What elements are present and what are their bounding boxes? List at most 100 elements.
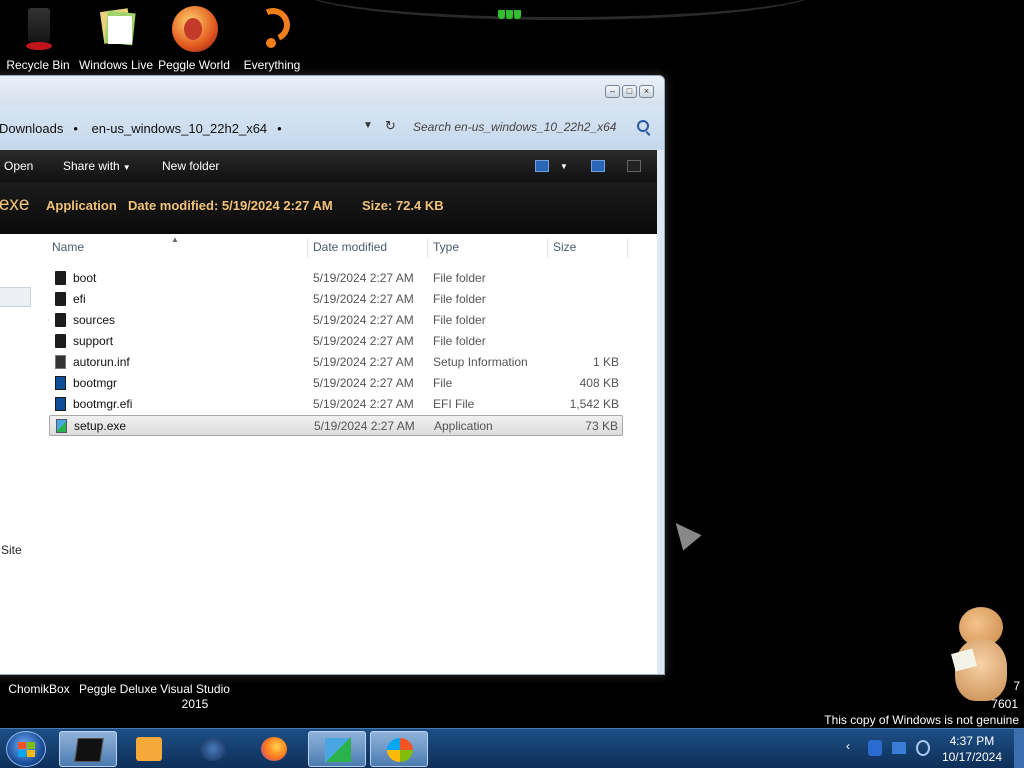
- file-list-area: Site ▲ Name Date modified Type Size boot…: [0, 234, 657, 674]
- preview-pane-icon[interactable]: [591, 160, 605, 172]
- file-type: File folder: [433, 292, 486, 306]
- network-icon[interactable]: [892, 742, 906, 754]
- file-name: setup.exe: [74, 419, 127, 433]
- desktop-icon-recycle-bin[interactable]: Recycle Bin: [0, 6, 78, 73]
- sort-ascending-icon: ▲: [171, 235, 179, 244]
- file-type: File folder: [433, 334, 486, 348]
- desktop-icon-windows-live[interactable]: Windows Live: [76, 6, 156, 73]
- file-row-bootmgr-efi[interactable]: bootmgr.efi 5/19/2024 2:27 AM EFI File 1…: [49, 394, 623, 415]
- breadcrumb-current-folder[interactable]: en-us_windows_10_22h2_x64: [92, 121, 268, 136]
- desktop-icon-everything[interactable]: Everything: [232, 3, 312, 73]
- build-number-watermark-partial: 7601: [991, 697, 1018, 711]
- file-date: 5/19/2024 2:27 AM: [313, 334, 414, 348]
- file-date: 5/19/2024 2:27 AM: [313, 313, 414, 327]
- search-icon[interactable]: [637, 120, 649, 132]
- start-button[interactable]: [6, 731, 46, 767]
- column-header-name[interactable]: Name: [52, 240, 84, 254]
- explorer-window-icon: [74, 738, 104, 762]
- close-button[interactable]: ×: [639, 85, 654, 98]
- minimize-button[interactable]: –: [605, 85, 620, 98]
- file-row-setup-exe[interactable]: setup.exe 5/19/2024 2:27 AM Application …: [49, 415, 623, 436]
- file-size: 1 KB: [592, 355, 619, 369]
- folder-icon: [55, 292, 66, 306]
- taskbar-clock[interactable]: 4:37 PM 10/17/2024: [942, 733, 1002, 765]
- open-button[interactable]: Open: [4, 159, 33, 173]
- folder-icon: [55, 271, 66, 285]
- taskbar: ‹ 4:37 PM 10/17/2024: [0, 728, 1024, 768]
- address-bar-row: Downloads • en-us_windows_10_22h2_x64 • ▼ …: [0, 106, 664, 150]
- taskbar-setup-app-button[interactable]: [308, 731, 366, 767]
- nav-pane-item-site[interactable]: Site: [1, 543, 22, 557]
- column-header-type[interactable]: Type: [433, 240, 459, 254]
- desktop-icon-peggle-deluxe[interactable]: Peggle Deluxe: [78, 682, 158, 697]
- folder-icon: [55, 334, 66, 348]
- file-name: bootmgr: [73, 376, 118, 390]
- file-name: autorun.inf: [73, 355, 130, 369]
- windows-installer-icon: [387, 738, 413, 762]
- help-icon[interactable]: [627, 160, 641, 172]
- breadcrumb-separator-icon[interactable]: •: [73, 121, 78, 136]
- file-type: EFI File: [433, 397, 475, 411]
- window-titlebar[interactable]: – □ ×: [0, 76, 664, 106]
- details-date-modified: Date modified: 5/19/2024 2:27 AM: [128, 198, 333, 213]
- mouse-cursor-icon: [666, 515, 702, 551]
- volume-icon[interactable]: [916, 740, 930, 756]
- search-input[interactable]: Search en-us_windows_10_22h2_x64: [413, 120, 616, 134]
- taskbar-globe-app-button[interactable]: [184, 731, 242, 767]
- file-row-bootmgr[interactable]: bootmgr 5/19/2024 2:27 AM File 408 KB: [49, 373, 623, 394]
- address-history-dropdown-icon[interactable]: ▼: [363, 120, 373, 131]
- details-file-type: Application: [46, 198, 117, 213]
- file-name: support: [73, 334, 114, 348]
- show-hidden-icons-chevron-icon[interactable]: ‹: [846, 739, 850, 753]
- peggle-world-icon: [170, 6, 218, 54]
- file-name: boot: [73, 271, 97, 285]
- breadcrumb[interactable]: Downloads • en-us_windows_10_22h2_x64 •: [0, 121, 292, 136]
- show-desktop-button[interactable]: [1014, 729, 1024, 768]
- windows-logo-icon: [18, 742, 36, 758]
- column-divider[interactable]: [427, 238, 428, 258]
- clock-date: 10/17/2024: [941, 750, 1002, 764]
- column-header-date[interactable]: Date modified: [313, 240, 387, 254]
- nav-pane-selected-item[interactable]: [0, 287, 31, 307]
- file-size: 1,542 KB: [569, 397, 619, 411]
- refresh-icon[interactable]: ↻: [385, 118, 396, 134]
- desktop-icon-chomikbox[interactable]: ChomikBox: [4, 682, 74, 697]
- taskbar-firefox-button[interactable]: [245, 731, 303, 767]
- everything-search-icon: [248, 3, 296, 54]
- column-divider[interactable]: [547, 238, 548, 258]
- file-row-autorun[interactable]: autorun.inf 5/19/2024 2:27 AM Setup Info…: [49, 352, 623, 373]
- share-with-label: Share with: [63, 159, 120, 173]
- view-options-chevron-icon[interactable]: ▼: [560, 162, 568, 171]
- file-size: 73 KB: [585, 419, 618, 433]
- file-type: File folder: [433, 271, 486, 285]
- file-row-support[interactable]: support 5/19/2024 2:27 AM File folder: [49, 331, 623, 352]
- desktop-icon-visual-studio[interactable]: Visual Studio 2015: [155, 682, 235, 712]
- column-divider[interactable]: [307, 238, 308, 258]
- efi-file-icon: [55, 397, 66, 411]
- folder-icon: [55, 313, 66, 327]
- breadcrumb-downloads[interactable]: Downloads: [0, 121, 63, 136]
- column-header-size[interactable]: Size: [553, 240, 576, 254]
- file-row-efi[interactable]: efi 5/19/2024 2:27 AM File folder: [49, 289, 623, 310]
- desktop-icon-peggle-world[interactable]: Peggle World: [154, 6, 234, 73]
- firefox-icon: [261, 737, 287, 761]
- change-view-icon[interactable]: [535, 160, 549, 172]
- file-date: 5/19/2024 2:27 AM: [313, 271, 414, 285]
- globe-app-icon: [200, 737, 226, 761]
- security-shield-icon[interactable]: [868, 740, 882, 756]
- desktop: Recycle Bin Windows Live Peggle World Ev…: [0, 0, 1024, 768]
- column-divider[interactable]: [627, 238, 628, 258]
- taskbar-media-player-button[interactable]: [120, 731, 178, 767]
- breadcrumb-separator-icon[interactable]: •: [277, 121, 282, 136]
- taskbar-windows-installer-button[interactable]: [370, 731, 428, 767]
- maximize-button[interactable]: □: [622, 85, 637, 98]
- share-with-button[interactable]: Share with ▼: [63, 159, 131, 173]
- hamster-desktop-pet-icon[interactable]: [945, 603, 1017, 707]
- taskbar-explorer-button[interactable]: [59, 731, 117, 767]
- file-row-sources[interactable]: sources 5/19/2024 2:27 AM File folder: [49, 310, 623, 331]
- file-row-boot[interactable]: boot 5/19/2024 2:27 AM File folder: [49, 268, 623, 289]
- setup-app-icon: [325, 738, 351, 762]
- media-player-icon: [136, 737, 162, 761]
- new-folder-button[interactable]: New folder: [162, 159, 219, 173]
- setup-information-file-icon: [55, 355, 66, 369]
